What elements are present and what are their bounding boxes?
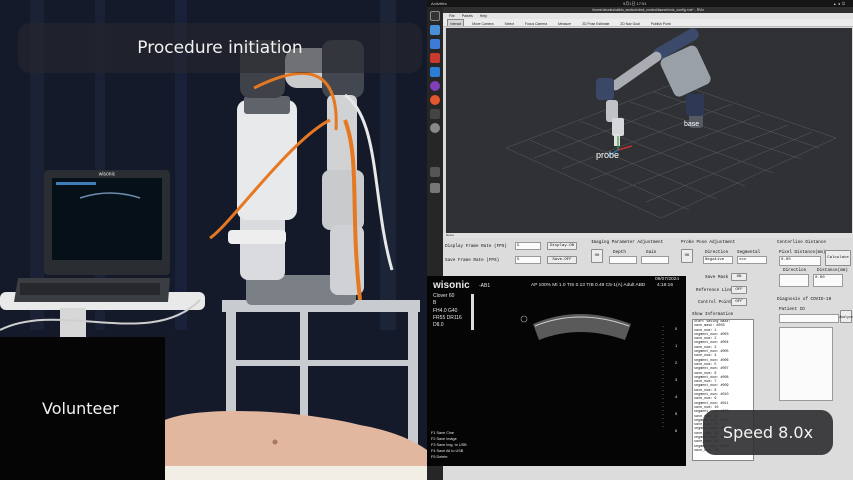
centerline-direction-label: Direction: [783, 268, 807, 273]
tool-interact[interactable]: Interact: [447, 19, 465, 26]
base-frame-label: base: [684, 121, 699, 128]
direction-label: Direction: [705, 250, 729, 255]
display-toggle-button[interactable]: Display-ON: [547, 242, 577, 250]
trash-icon[interactable]: [430, 183, 440, 193]
reference-line-label: Reference Line: [696, 288, 733, 293]
camera-view: wisonic Procedure initiation Volunteer: [0, 0, 427, 480]
rviz-3d-view[interactable]: probe base: [446, 28, 852, 233]
menu-help[interactable]: Help: [480, 14, 487, 18]
vscode-icon[interactable]: [430, 67, 440, 77]
control-point-button[interactable]: OFF: [731, 298, 747, 306]
clock[interactable]: 9月1日 17:51: [623, 0, 647, 7]
tool-focus-camera[interactable]: Focus Camera: [522, 19, 550, 26]
probe-pose-ok-button[interactable]: OK: [681, 249, 693, 263]
menu-file[interactable]: File: [449, 14, 455, 18]
display-fps-input[interactable]: 5: [515, 242, 541, 250]
save-toggle-button[interactable]: Save-OFF: [547, 256, 577, 264]
depth-tick-0: 0: [675, 326, 678, 331]
us-key-f2: F2 Save Image: [431, 437, 457, 441]
video-frame: wisonic Procedure initiation Volunteer A…: [0, 0, 853, 480]
segmental-label: Segmental: [737, 250, 761, 255]
us-sector-image: [471, 294, 664, 428]
centerline-title: Centerline Distance: [777, 240, 826, 245]
depth-tick-3: 3: [675, 377, 678, 382]
browser-icon[interactable]: [430, 39, 440, 49]
save-fps-label: Save Frame Rate (FPS): [445, 258, 500, 263]
power-icon: ⏻: [841, 1, 847, 6]
diagnosis-title: Diagnosis of COVID-19: [777, 297, 832, 302]
save-mask-button[interactable]: ON: [731, 273, 747, 281]
settings-icon[interactable]: [430, 123, 440, 133]
gain-input[interactable]: [641, 256, 669, 264]
app-icon[interactable]: [430, 53, 440, 63]
procedure-caption: Procedure initiation: [18, 23, 422, 73]
depth-tick-6: 6: [675, 428, 678, 433]
tool-2d-nav-goal[interactable]: 2D Nav Goal: [617, 19, 642, 26]
system-tray[interactable]: ▴◂⏻: [834, 0, 847, 7]
patient-id-label: Patient ID: [779, 307, 805, 312]
playback-speed-badge: Speed 8.0x: [703, 410, 833, 455]
tool-publish-point[interactable]: Publish Point: [648, 19, 674, 26]
save-fps-input[interactable]: 5: [515, 256, 541, 264]
us-key-f5: F5 Delete: [431, 455, 448, 459]
depth-tick-4: 4: [675, 394, 678, 399]
us-key-f3: F3 Save Img. to USB: [431, 443, 467, 447]
menu-panels[interactable]: Panels: [462, 14, 473, 18]
depth-tick-1: 1: [675, 343, 678, 348]
display-fps-label: Display Frame Rate (FPS): [445, 244, 507, 249]
tool-select[interactable]: Select: [502, 19, 517, 26]
volunteer-caption: Volunteer: [0, 337, 165, 480]
calculate-button[interactable]: Calculate: [825, 250, 851, 266]
chrome-icon[interactable]: [430, 81, 440, 91]
probe-frame-label: probe: [596, 150, 619, 160]
files-icon[interactable]: [430, 25, 440, 35]
tool-move-camera[interactable]: Move Camera: [469, 19, 496, 26]
us-key-f1: F1 Save Cine: [431, 431, 455, 435]
control-point-label: Control Point: [698, 300, 732, 305]
gain-label: Gain: [646, 250, 657, 255]
diagnosis-result-area[interactable]: [779, 327, 833, 401]
reference-line-button[interactable]: OFF: [731, 286, 747, 294]
analyze-button[interactable]: Analyze: [839, 310, 853, 323]
robot-model-render: probe base: [505, 28, 837, 219]
pixel-distance-input[interactable]: 0.00: [779, 256, 821, 266]
terminal-icon[interactable]: [430, 11, 440, 21]
probe-pose-title: Probe Pose Adjustment: [681, 240, 736, 245]
ultrasound-image-display: wisonic -AB1 AP 100% MI 1.0 TIS 0.13 TIB…: [427, 276, 686, 466]
show-information-title: Show Information: [692, 312, 734, 317]
direction-input[interactable]: Negative: [703, 256, 733, 264]
disk-icon[interactable]: [430, 167, 440, 177]
depth-label: Depth: [613, 250, 626, 255]
segmental-input[interactable]: xxx: [737, 256, 767, 264]
rviz-icon[interactable]: [430, 109, 440, 119]
tool-measure[interactable]: Measure: [555, 19, 574, 26]
top-bar: Activities 9月1日 17:51 ▴◂⏻: [427, 0, 853, 7]
imaging-ok-button[interactable]: OK: [591, 249, 603, 263]
depth-input[interactable]: [609, 256, 637, 264]
firefox-icon[interactable]: [430, 95, 440, 105]
imaging-title: Imaging Parameter Adjustment: [591, 240, 664, 245]
distance-mm-input[interactable]: 0.00: [813, 274, 843, 287]
centerline-direction-input[interactable]: [779, 274, 809, 287]
depth-tick-5: 5: [675, 411, 678, 416]
us-key-f4: F4 Save All to USB: [431, 449, 464, 453]
rviz-toolbar: Interact Move Camera Select Focus Camera…: [443, 19, 853, 27]
distance-mm-label: Distance(mm): [817, 268, 848, 273]
activities-button[interactable]: Activities: [431, 0, 447, 7]
pixel-distance-label: Pixel Distance(mm): [779, 250, 826, 255]
svg-text:wisonic: wisonic: [99, 172, 116, 178]
tool-2d-pose-estimate[interactable]: 2D Pose Estimate: [579, 19, 612, 26]
depth-tick-2: 2: [675, 360, 678, 365]
save-mask-label: Save Mask: [705, 275, 729, 280]
reset-button[interactable]: Reset: [446, 233, 454, 237]
rviz-arm: [596, 28, 711, 146]
patient-id-input[interactable]: [779, 314, 839, 323]
